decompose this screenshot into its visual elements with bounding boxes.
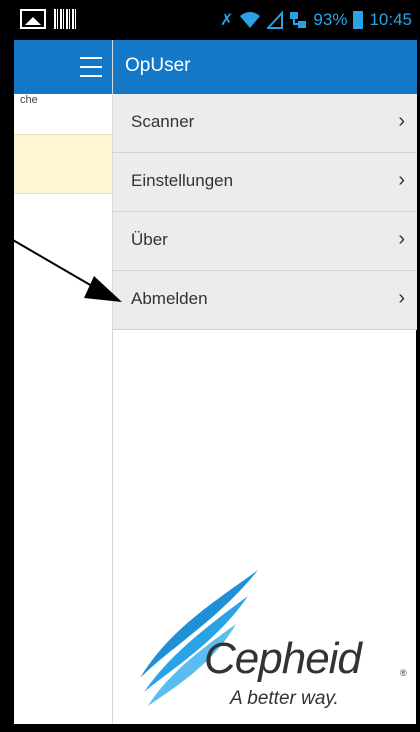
image-notification-icon: [20, 9, 46, 29]
battery-icon: [353, 11, 364, 29]
mute-icon: ✗: [220, 12, 234, 29]
wifi-icon: [240, 12, 261, 28]
device-frame-bottom: [0, 724, 420, 732]
signal-icon: [267, 11, 284, 29]
background-highlight-row: [14, 134, 112, 194]
status-bar: ✗ 93% 10:45: [14, 0, 416, 40]
menu-item-einstellungen[interactable]: Einstellungen ›: [113, 153, 417, 212]
battery-percent: 93%: [313, 10, 348, 29]
device-frame-left: [0, 0, 14, 732]
drawer-title: OpUser: [125, 55, 191, 76]
menu-item-label: Abmelden: [131, 289, 208, 308]
background-app-bar: [14, 40, 112, 94]
chevron-right-icon: ›: [398, 110, 405, 132]
menu-item-label: Scanner: [131, 112, 195, 131]
chevron-right-icon: ›: [398, 228, 405, 250]
menu-item-scanner[interactable]: Scanner ›: [113, 94, 417, 153]
clock: 10:45: [369, 10, 412, 29]
drawer-header: OpUser: [113, 40, 417, 94]
menu-item-label: Einstellungen: [131, 171, 234, 190]
menu-item-label: Über: [131, 230, 168, 249]
barcode-notification-icon: [54, 9, 76, 29]
network-icon: [290, 12, 307, 28]
drawer-menu: Scanner › Einstellungen › Über › Abmelde…: [113, 94, 417, 330]
chevron-right-icon: ›: [398, 169, 405, 191]
registered-mark: ®: [400, 668, 407, 678]
hamburger-menu-icon[interactable]: [80, 57, 102, 77]
logo-wordmark: Cepheid: [204, 634, 362, 683]
background-screen: che: [14, 40, 112, 724]
background-text: che: [20, 94, 38, 106]
menu-item-uber[interactable]: Über ›: [113, 212, 417, 271]
chevron-right-icon: ›: [398, 287, 405, 309]
menu-item-abmelden[interactable]: Abmelden ›: [113, 271, 417, 330]
logo-tagline: A better way.: [230, 688, 339, 709]
